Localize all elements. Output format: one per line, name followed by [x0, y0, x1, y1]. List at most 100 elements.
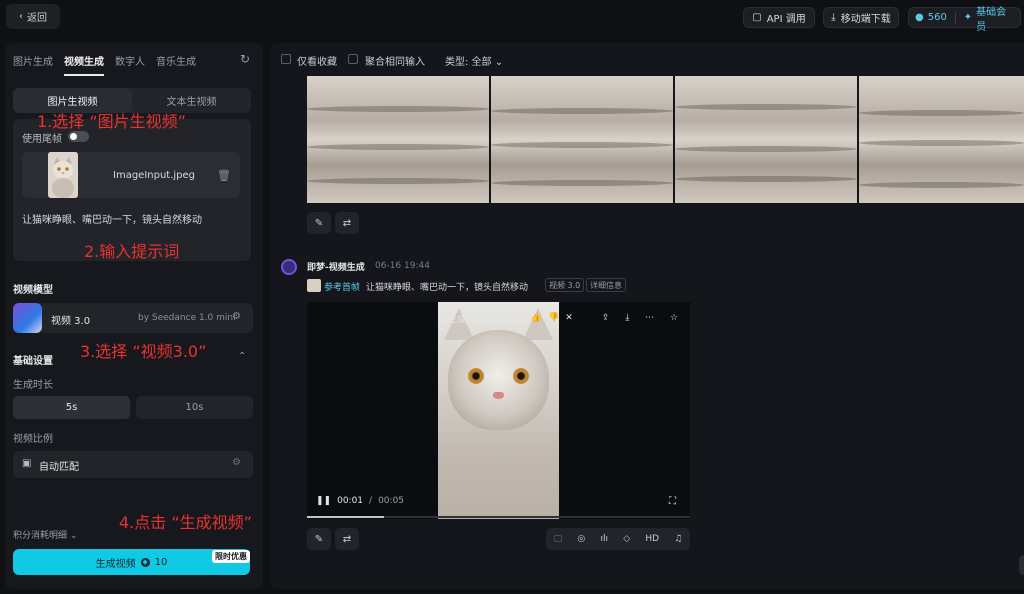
annotation-step4: 4.点击 “生成视频” [119, 513, 252, 532]
annotation-step2: 2.输入提示词 [84, 242, 180, 261]
feedback-question: 对生成结果是否满意? [439, 314, 525, 325]
model-section-title: 视频模型 [13, 285, 53, 296]
sliders-icon[interactable]: ⚙ [232, 311, 241, 322]
type-filter-label: 类型: 全部 [445, 57, 492, 68]
aggregate-checkbox[interactable] [348, 54, 358, 64]
side-handle[interactable] [1019, 555, 1024, 575]
reference-frame-label[interactable]: 参考首帧 [324, 280, 360, 293]
download-icon: ⤓ [831, 12, 836, 23]
frame-edit-icon[interactable]: ▢ [554, 534, 563, 544]
thumbs-up-icon[interactable]: 👍 [531, 313, 542, 323]
tab-digital-human[interactable]: 数字人 [115, 53, 145, 76]
mobile-download-button[interactable]: ⤓ 移动端下载 [823, 7, 899, 28]
lip-sync-icon[interactable]: ◎ [577, 534, 585, 544]
music-icon[interactable]: ♫ [674, 534, 682, 544]
result-image[interactable] [675, 76, 857, 203]
type-filter-dropdown[interactable]: 类型: 全部 ⌄ [445, 53, 503, 68]
uploaded-image-thumbnail [48, 152, 78, 198]
favorites-checkbox[interactable] [281, 54, 291, 64]
duration-5s-button[interactable]: 5s [13, 396, 130, 419]
generate-cost: 10 [154, 556, 168, 568]
video-frame [438, 302, 559, 519]
fullscreen-icon[interactable]: ⛶ [669, 496, 676, 507]
interpolate-icon[interactable]: ◇ [623, 534, 630, 544]
detail-info-tag[interactable]: 详细信息 [586, 278, 626, 292]
back-button[interactable]: ‹ 返回 [6, 4, 60, 29]
chevron-up-icon[interactable]: ⌃ [238, 351, 246, 362]
generation-tabs: 图片生成 视频生成 数字人 音乐生成 [13, 53, 207, 76]
annotation-step1: 1.选择 “图片生视频” [37, 112, 186, 131]
result-image[interactable] [859, 76, 1024, 203]
divider [954, 11, 956, 24]
model-provider: by Seedance 1.0 mini [138, 313, 236, 323]
credit-icon: ◆ [140, 557, 150, 567]
favorites-label: 仅看收藏 [297, 57, 337, 68]
credits-count: 560 [927, 12, 947, 23]
regenerate-icon[interactable]: ⇄ [335, 528, 359, 550]
star-icon[interactable]: ☆ [670, 313, 678, 323]
refresh-icon[interactable]: ↻ [240, 53, 252, 65]
cost-detail-toggle[interactable]: 积分消耗明细 ⌄ [13, 528, 77, 541]
basic-settings-title: 基础设置 [13, 356, 53, 367]
cat-face [448, 330, 549, 430]
progress-fill [307, 516, 384, 518]
sparkle-icon: ✦ [963, 12, 973, 23]
current-time: 00:01 [337, 496, 364, 506]
api-button[interactable]: ▢ API 调用 [743, 7, 815, 28]
ratio-value: 自动匹配 [39, 462, 79, 473]
video-actions: ⇪ ⤓ ⋯ ☆ [594, 309, 686, 327]
result-image[interactable] [307, 76, 489, 203]
model-thumbnail [13, 303, 42, 333]
dreamina-avatar [281, 259, 297, 275]
mobile-download-label: 移动端下载 [840, 14, 891, 25]
tab-music-gen[interactable]: 音乐生成 [156, 53, 196, 76]
aggregate-label: 聚合相同输入 [365, 57, 425, 68]
generation-prompt: 让猫咪睁眼、嘴巴动一下，镜头自然移动 [366, 283, 529, 293]
duration-label: 生成时长 [13, 380, 53, 391]
reference-frame-thumbnail[interactable] [307, 279, 321, 292]
chevron-left-icon: ‹ [19, 11, 23, 22]
chevron-down-icon: ⌄ [69, 531, 78, 541]
generation-title: 即梦-视频生成 [307, 263, 365, 273]
model-name: 视频 3.0 [51, 316, 91, 327]
prompt-input[interactable]: 让猫咪睁眼、嘴巴动一下，镜头自然移动 [22, 211, 202, 226]
generation-date: 06-16 [375, 261, 402, 271]
close-icon[interactable]: ✕ [565, 313, 573, 323]
edit-icon[interactable]: ✎ [307, 212, 331, 234]
api-label: API 调用 [766, 14, 806, 25]
generation-time: 19:44 [404, 261, 430, 271]
file-name: ImageInput.jpeg [113, 170, 196, 181]
trash-icon[interactable]: 🗑 [217, 169, 231, 182]
credit-coin-icon: ● [915, 12, 924, 23]
cat-eye [468, 368, 484, 384]
tab-video-gen[interactable]: 视频生成 [64, 53, 104, 76]
audio-wave-icon[interactable]: ılı [600, 534, 608, 544]
chevron-down-icon: ⌄ [494, 57, 504, 68]
download-icon[interactable]: ⤓ [625, 313, 629, 323]
generation-timestamp: 06-16 19:44 [375, 261, 430, 271]
pause-icon[interactable]: ❚❚ [316, 496, 331, 506]
playback-controls: ❚❚ 00:01 / 00:05 [316, 496, 404, 506]
edit-icon[interactable]: ✎ [307, 528, 331, 550]
end-frame-toggle[interactable] [68, 131, 89, 142]
aspect-ratio-icon: ▣ [22, 458, 32, 469]
duration-10s-button[interactable]: 10s [136, 396, 253, 419]
credits-member-badge[interactable]: ● 560 ✦ 基础会员 [908, 7, 1021, 33]
result-image[interactable] [491, 76, 673, 203]
cat-thumbnail-icon [48, 152, 78, 198]
video-tools-bar: ▢ ◎ ılı ◇ HD ♫ [546, 528, 690, 550]
cat-eye [513, 368, 529, 384]
share-icon[interactable]: ⇪ [602, 313, 610, 323]
annotation-step3: 3.选择 “视频3.0” [80, 342, 207, 361]
more-icon[interactable]: ⋯ [645, 313, 654, 323]
generate-label: 生成视频 [95, 558, 136, 570]
thumbs-down-icon[interactable]: 👎 [548, 313, 559, 323]
hd-button[interactable]: HD [645, 534, 659, 544]
tab-image-gen[interactable]: 图片生成 [13, 53, 53, 76]
cost-detail-label: 积分消耗明细 [13, 531, 68, 541]
back-label: 返回 [27, 13, 47, 24]
regenerate-icon[interactable]: ⇄ [335, 212, 359, 234]
cat-nose [493, 392, 504, 399]
api-icon: ▢ [752, 12, 762, 23]
sliders-icon[interactable]: ⚙ [232, 457, 241, 468]
